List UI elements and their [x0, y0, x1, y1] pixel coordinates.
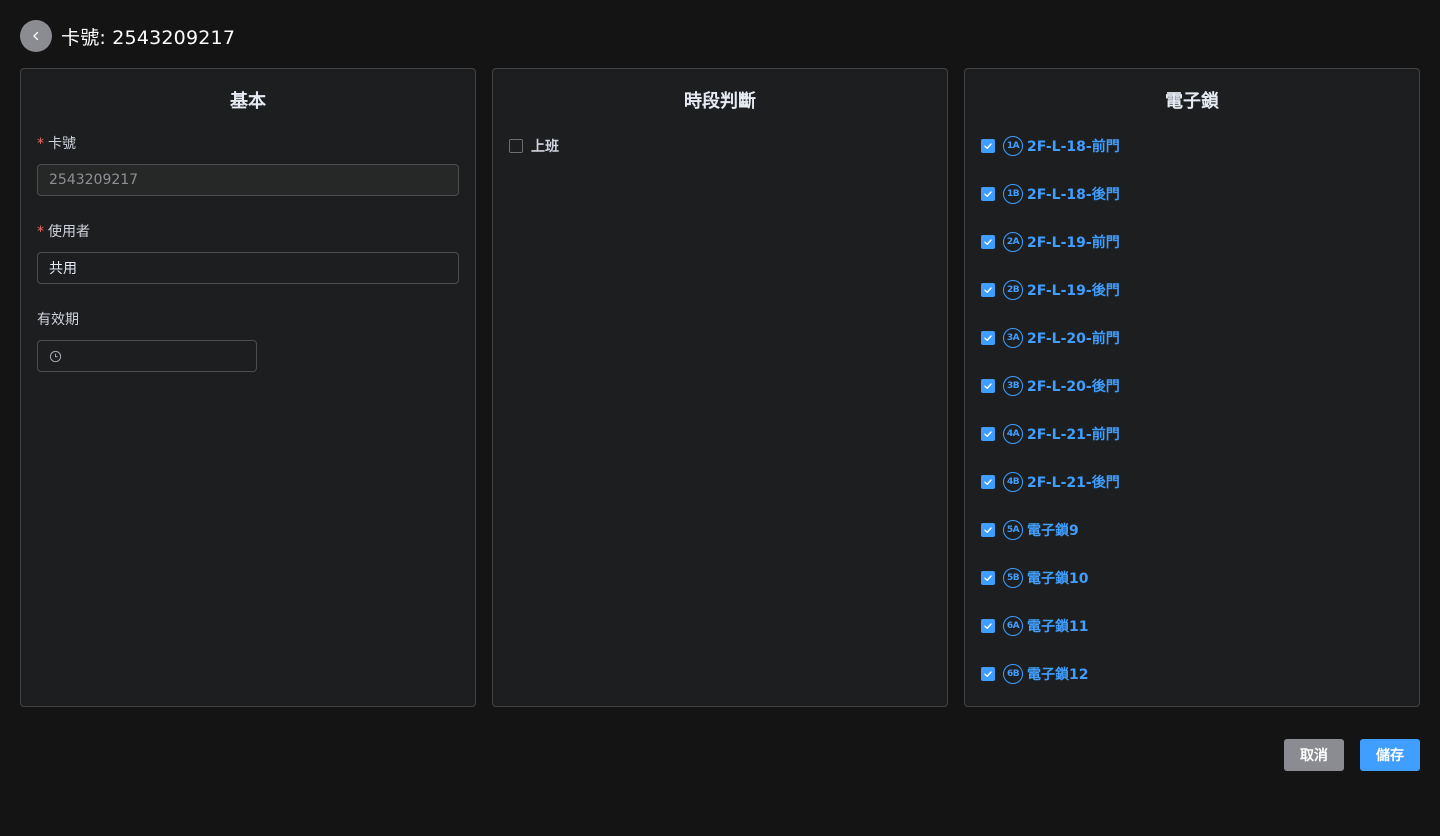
check-icon	[984, 623, 992, 630]
check-icon	[984, 191, 992, 198]
lock-label: 5A 電子鎖9	[1003, 520, 1079, 540]
lock-label: 3A 2F-L-20-前門	[1003, 328, 1120, 348]
lock-badge: 3B	[1003, 376, 1023, 396]
lock-row[interactable]: 5B 電子鎖10	[981, 568, 1088, 588]
lock-badge: 4B	[1003, 472, 1023, 492]
lock-label: 4A 2F-L-21-前門	[1003, 424, 1120, 444]
lock-name: 電子鎖11	[1027, 619, 1089, 635]
checkbox[interactable]	[981, 571, 995, 585]
lock-row[interactable]: 1B 2F-L-18-後門	[981, 184, 1120, 204]
basic-panel-title: 基本	[230, 91, 266, 112]
basic-panel: 基本 * 卡號 2543209217 * 使用者 共用 有效期	[20, 68, 476, 707]
lock-row[interactable]: 2A 2F-L-19-前門	[981, 232, 1120, 252]
lock-label: 4B 2F-L-21-後門	[1003, 472, 1120, 492]
time-checkbox-row[interactable]: 上班	[509, 136, 559, 156]
validity-label: 有效期	[37, 312, 79, 328]
required-mark: *	[37, 136, 44, 152]
lock-name: 電子鎖10	[1027, 571, 1089, 587]
lock-row[interactable]: 5A 電子鎖9	[981, 520, 1079, 540]
lock-badge: 1B	[1003, 184, 1023, 204]
lock-name: 2F-L-21-前門	[1027, 427, 1120, 443]
lock-label: 2B 2F-L-19-後門	[1003, 280, 1120, 300]
lock-row[interactable]: 6B 電子鎖12	[981, 664, 1088, 684]
checkbox[interactable]	[981, 331, 995, 345]
lock-label: 5B 電子鎖10	[1003, 568, 1088, 588]
lock-panel-title: 電子鎖	[1165, 91, 1219, 112]
card-number-input[interactable]: 2543209217	[37, 164, 459, 196]
lock-badge: 3A	[1003, 328, 1023, 348]
checkbox[interactable]	[509, 139, 523, 153]
cancel-button[interactable]: 取消	[1284, 739, 1344, 771]
check-icon	[984, 287, 992, 294]
lock-badge: 2B	[1003, 280, 1023, 300]
lock-label: 6B 電子鎖12	[1003, 664, 1088, 684]
lock-name: 電子鎖9	[1027, 523, 1079, 539]
check-icon	[984, 479, 992, 486]
lock-badge: 1A	[1003, 136, 1023, 156]
lock-badge: 6B	[1003, 664, 1023, 684]
user-label: * 使用者	[37, 224, 90, 240]
lock-name: 2F-L-20-前門	[1027, 331, 1120, 347]
checkbox[interactable]	[981, 667, 995, 681]
check-icon	[984, 143, 992, 150]
lock-name: 2F-L-20-後門	[1027, 379, 1120, 395]
lock-badge: 5A	[1003, 520, 1023, 540]
page-header: 卡號: 2543209217	[20, 20, 235, 52]
lock-badge: 6A	[1003, 616, 1023, 636]
checkbox[interactable]	[981, 283, 995, 297]
time-panel: 時段判斷 上班	[492, 68, 948, 707]
required-mark: *	[37, 224, 44, 240]
lock-name: 2F-L-19-後門	[1027, 283, 1120, 299]
time-panel-title: 時段判斷	[684, 91, 756, 112]
lock-row[interactable]: 1A 2F-L-18-前門	[981, 136, 1120, 156]
card-number-label: * 卡號	[37, 136, 76, 152]
checkbox[interactable]	[981, 187, 995, 201]
lock-badge: 2A	[1003, 232, 1023, 252]
lock-name: 2F-L-18-前門	[1027, 139, 1120, 155]
check-icon	[984, 239, 992, 246]
back-button[interactable]	[20, 20, 52, 52]
user-value: 共用	[49, 261, 77, 277]
checkbox[interactable]	[981, 475, 995, 489]
checkbox[interactable]	[981, 235, 995, 249]
check-icon	[984, 335, 992, 342]
checkbox[interactable]	[981, 427, 995, 441]
lock-row[interactable]: 4B 2F-L-21-後門	[981, 472, 1120, 492]
check-icon	[984, 671, 992, 678]
check-icon	[984, 527, 992, 534]
lock-badge: 4A	[1003, 424, 1023, 444]
lock-name: 2F-L-21-後門	[1027, 475, 1120, 491]
lock-row[interactable]: 3A 2F-L-20-前門	[981, 328, 1120, 348]
lock-row[interactable]: 3B 2F-L-20-後門	[981, 376, 1120, 396]
clock-icon	[49, 350, 62, 363]
lock-name: 電子鎖12	[1027, 667, 1089, 683]
lock-panel: 電子鎖 1A 2F-L-18-前門 1B 2F-L-18-後門 2A 2F-L-19-前門…	[964, 68, 1420, 707]
page-title: 卡號: 2543209217	[61, 26, 236, 49]
chevron-left-icon	[33, 31, 39, 41]
lock-label: 3B 2F-L-20-後門	[1003, 376, 1120, 396]
lock-row[interactable]: 4A 2F-L-21-前門	[981, 424, 1120, 444]
check-icon	[984, 575, 992, 582]
checkbox[interactable]	[981, 139, 995, 153]
check-icon	[984, 383, 992, 390]
time-checkbox-label: 上班	[531, 139, 559, 155]
lock-badge: 5B	[1003, 568, 1023, 588]
checkbox[interactable]	[981, 619, 995, 633]
checkbox[interactable]	[981, 379, 995, 393]
user-input[interactable]: 共用	[37, 252, 459, 284]
lock-name: 2F-L-19-前門	[1027, 235, 1120, 251]
lock-name: 2F-L-18-後門	[1027, 187, 1120, 203]
checkbox[interactable]	[981, 523, 995, 537]
lock-label: 1A 2F-L-18-前門	[1003, 136, 1120, 156]
check-icon	[984, 431, 992, 438]
save-button[interactable]: 儲存	[1360, 739, 1420, 771]
lock-label: 1B 2F-L-18-後門	[1003, 184, 1120, 204]
lock-label: 2A 2F-L-19-前門	[1003, 232, 1120, 252]
lock-label: 6A 電子鎖11	[1003, 616, 1088, 636]
validity-date-picker[interactable]	[37, 340, 257, 372]
card-number-value: 2543209217	[49, 172, 139, 188]
lock-row[interactable]: 6A 電子鎖11	[981, 616, 1088, 636]
lock-row[interactable]: 2B 2F-L-19-後門	[981, 280, 1120, 300]
